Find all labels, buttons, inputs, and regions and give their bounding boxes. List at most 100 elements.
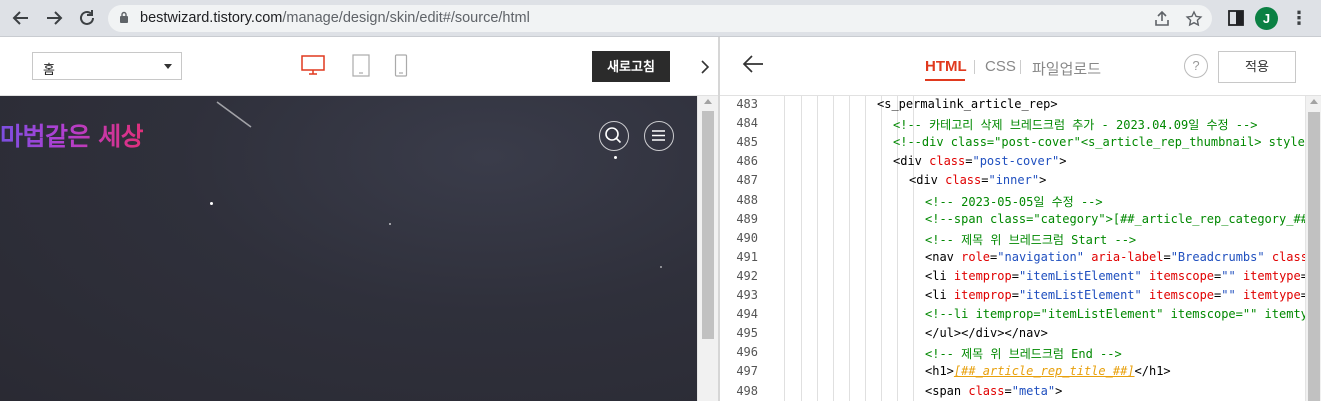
code-token-tag: <li (925, 268, 954, 283)
scroll-up-icon[interactable] (1310, 99, 1318, 104)
line-number: 493 (736, 288, 758, 302)
page-select[interactable]: 홈 (32, 52, 182, 80)
lock-icon (120, 11, 128, 23)
tab-html[interactable]: HTML (925, 58, 967, 75)
line-number: 494 (736, 307, 758, 322)
mobile-view-icon[interactable] (394, 54, 408, 83)
code-token-tag (1236, 269, 1243, 283)
code-token-attr: itemtype (1242, 268, 1301, 283)
chevron-right-icon[interactable] (692, 37, 718, 96)
code-token-attr: class (968, 383, 1005, 398)
indent-guide-line (881, 96, 882, 401)
code-token-tag (1265, 250, 1272, 264)
code-token-tpl: [##_article_rep_title_##] (953, 364, 1135, 379)
menu-icon[interactable] (644, 121, 674, 151)
editor-header: HTML CSS 파일업로드 ? 적용 (720, 37, 1321, 96)
browser-menu-icon[interactable]: ⋮ (1290, 8, 1308, 28)
tab-file-upload[interactable]: 파일업로드 (1032, 58, 1101, 79)
code-token-str: "" (1221, 288, 1236, 302)
line-number: 491 (736, 249, 758, 264)
editor-scrollbar[interactable] (1305, 96, 1321, 401)
code-line: <!--span class="category">[##_article_re… (925, 212, 1321, 226)
code-token-tag: <li (925, 288, 954, 302)
scroll-up-icon[interactable] (704, 99, 712, 104)
preview-panel: 홈 새로고침 마법같은 세상 (0, 37, 718, 401)
code-line: <!-- 2023-05-05일 수정 --> (925, 193, 1103, 210)
editor-panel: HTML CSS 파일업로드 ? 적용 483 484 485 486 487 488 48… (720, 37, 1321, 401)
indent-guide-line (833, 96, 834, 401)
line-number: 498 (736, 383, 758, 398)
profile-avatar[interactable]: J (1255, 7, 1278, 30)
line-number: 488 (736, 192, 758, 207)
refresh-button[interactable]: 새로고침 (592, 51, 670, 82)
url-path: /manage/design/skin/edit#/source/html (282, 10, 530, 26)
bookmark-star-icon[interactable] (1185, 10, 1203, 28)
code-token-attr: class (1271, 249, 1308, 264)
code-token-tag: <div (909, 173, 946, 188)
side-panel-icon[interactable] (1226, 8, 1246, 28)
code-editor[interactable]: 483 484 485 486 487 488 489 490 491 492 493 494 495 4… (720, 96, 1321, 401)
star-decoration (389, 223, 391, 225)
code-token-tag: = (1004, 383, 1012, 398)
code-line: <!--li itemprop="itemListElement" itemsc… (925, 307, 1321, 321)
url-host: bestwizard.tistory.com (140, 10, 283, 26)
line-number-gutter: 483 484 485 486 487 488 489 490 491 492 493 494 495 4… (720, 96, 780, 401)
code-token-str: "navigation" (997, 249, 1084, 264)
code-token-str: "meta" (1011, 383, 1056, 398)
preview-scrollbar[interactable] (697, 96, 718, 401)
code-token-attr: itemtype (1242, 288, 1301, 302)
tab-css[interactable]: CSS (985, 58, 1016, 75)
blog-title[interactable]: 마법같은 세상 (0, 117, 144, 153)
code-token-tag: </h1> (1134, 364, 1171, 379)
code-token-tag (1142, 269, 1149, 283)
address-bar[interactable]: bestwizard.tistory.com/manage/design/ski… (108, 5, 1212, 32)
code-token-tag: > (1059, 154, 1067, 169)
code-token-comment: <!-- 제목 위 브레드크럼 End --> (925, 347, 1122, 362)
code-token-tag: <s_permalink_article_rep> (877, 97, 1058, 111)
blog-preview: 마법같은 세상 (0, 96, 697, 401)
code-token-attr: aria-label (1091, 249, 1164, 264)
share-icon[interactable] (1153, 10, 1171, 28)
code-token-tag (1236, 288, 1243, 302)
code-token-attr: itemprop (953, 268, 1012, 283)
code-token-attr: itemprop (953, 288, 1012, 302)
code-token-str: "" (1221, 268, 1236, 283)
tab-separator (974, 60, 975, 74)
forward-icon[interactable] (43, 7, 65, 29)
code-token-attr: role (961, 249, 991, 264)
scrollbar-thumb[interactable] (1308, 112, 1320, 401)
indent-guide-line (849, 96, 850, 401)
code-token-tag: > (1039, 173, 1047, 188)
code-token-tag: <span (925, 383, 969, 398)
help-button[interactable]: ? (1184, 54, 1208, 78)
url-text: bestwizard.tistory.com/manage/design/ski… (140, 10, 530, 26)
line-number: 490 (736, 230, 758, 245)
code-token-str: "inner" (988, 173, 1040, 188)
line-number: 485 (736, 135, 758, 150)
code-token-tag: <div (893, 154, 930, 169)
line-number: 486 (736, 154, 758, 169)
search-icon[interactable] (599, 121, 629, 151)
indent-guide-line (784, 96, 785, 401)
code-token-tag: <nav (925, 249, 962, 264)
back-arrow-icon[interactable] (742, 53, 764, 75)
back-icon[interactable] (10, 7, 32, 29)
reload-icon[interactable] (76, 7, 98, 29)
apply-button[interactable]: 적용 (1218, 51, 1296, 83)
code-token-comment: <!-- 2023-05-05일 수정 --> (925, 194, 1103, 209)
chevron-down-icon (164, 64, 172, 69)
desktop-view-icon[interactable] (301, 54, 325, 81)
code-token-attr: itemscope (1149, 288, 1215, 302)
line-number: 497 (736, 364, 758, 379)
code-line: <!-- 제목 위 브레드크럼 Start --> (925, 231, 1136, 248)
line-number: 487 (736, 173, 758, 188)
code-line: <div class="inner"> (909, 173, 1046, 187)
tablet-view-icon[interactable] (351, 54, 371, 83)
scrollbar-thumb[interactable] (702, 111, 714, 339)
code-line: </ul></div></nav> (925, 326, 1048, 340)
star-decoration (660, 266, 662, 268)
line-number: 495 (736, 326, 758, 341)
code-line: <nav role="navigation" aria-label="Bread… (925, 250, 1321, 264)
code-token-str: "itemListElement" (1018, 288, 1142, 302)
line-number: 489 (736, 211, 758, 226)
